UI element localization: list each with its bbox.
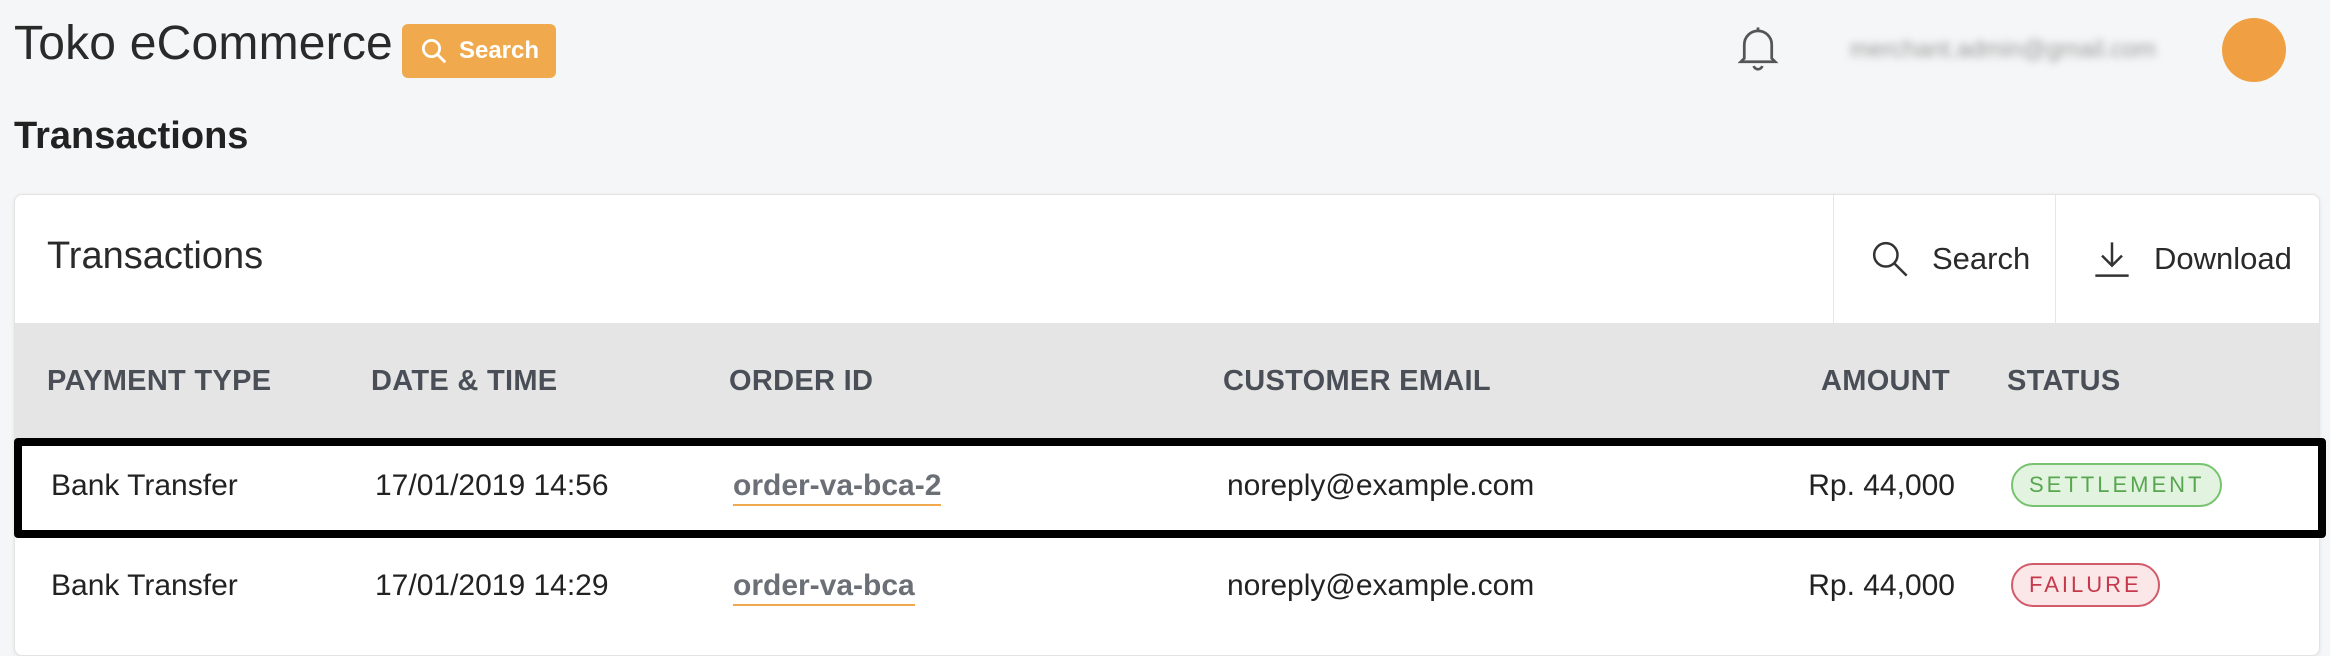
download-label: Download — [2154, 241, 2292, 276]
transactions-card: Transactions Search Download PAYMENT TYP… — [14, 194, 2320, 656]
column-header-customer-email[interactable]: CUSTOMER EMAIL — [1223, 365, 1491, 398]
row-highlight-box — [14, 438, 2326, 538]
status-badge: FAILURE — [2011, 563, 2160, 607]
header-search-button[interactable]: Search — [402, 24, 556, 78]
column-header-amount[interactable]: AMOUNT — [1821, 365, 1950, 398]
avatar[interactable] — [2222, 18, 2286, 82]
payment-type-cell: Bank Transfer — [51, 569, 238, 602]
column-header-order-id[interactable]: ORDER ID — [729, 365, 873, 398]
download-icon — [2095, 242, 2129, 277]
order-id-link[interactable]: order-va-bca — [733, 569, 915, 606]
table-header: PAYMENT TYPE DATE & TIME ORDER ID CUSTOM… — [15, 323, 2319, 439]
column-header-date-time[interactable]: DATE & TIME — [371, 365, 557, 398]
bell-icon[interactable] — [1737, 24, 1779, 72]
datetime-cell: 17/01/2019 14:29 — [375, 569, 609, 602]
table-search-button[interactable]: Search — [1833, 195, 2055, 323]
card-title: Transactions — [47, 235, 264, 277]
column-header-status[interactable]: STATUS — [2007, 365, 2121, 398]
app-title: Toko eCommerce — [14, 17, 393, 70]
search-icon — [1872, 241, 1908, 277]
order-id-cell: order-va-bca — [733, 569, 915, 606]
email-cell: noreply@example.com — [1227, 569, 1535, 602]
page-title: Transactions — [14, 115, 249, 157]
header-search-label: Search — [458, 37, 540, 64]
amount-cell: Rp. 44,000 — [1808, 569, 1955, 602]
search-icon — [421, 39, 447, 64]
card-header: Transactions Search Download — [15, 195, 2319, 324]
download-button[interactable]: Download — [2055, 195, 2319, 323]
user-email[interactable]: merchant.admin@gmail.com — [1850, 36, 2210, 66]
column-header-payment-type[interactable]: PAYMENT TYPE — [47, 365, 271, 398]
table-search-label: Search — [1932, 241, 2031, 276]
table-row[interactable]: Bank Transfer 17/01/2019 14:29 order-va-… — [15, 539, 2319, 639]
